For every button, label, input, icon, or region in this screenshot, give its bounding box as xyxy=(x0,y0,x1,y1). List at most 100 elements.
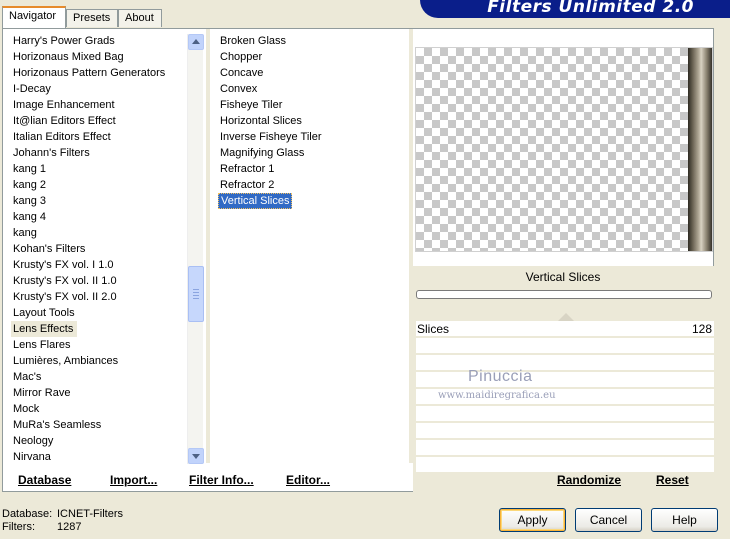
category-item-label: Nirvana xyxy=(13,451,51,463)
category-item[interactable]: Mirror Rave xyxy=(11,385,187,401)
filter-item[interactable]: Inverse Fisheye Tiler xyxy=(218,129,388,145)
category-item[interactable]: Horizonaus Mixed Bag xyxy=(11,49,187,65)
editor-link[interactable]: Editor... xyxy=(286,473,330,487)
randomize-link[interactable]: Randomize xyxy=(557,473,621,487)
status-filters-label: Filters: xyxy=(2,521,35,533)
watermark-name: Pinuccia xyxy=(468,368,533,385)
category-item[interactable]: kang xyxy=(11,225,187,241)
category-item[interactable]: Krusty's FX vol. II 2.0 xyxy=(11,289,187,305)
filter-item[interactable]: Fisheye Tiler xyxy=(218,97,388,113)
category-item[interactable]: Kohan's Filters xyxy=(11,241,187,257)
category-item-label: Krusty's FX vol. II 1.0 xyxy=(13,275,117,287)
filter-item-label: Broken Glass xyxy=(220,35,287,47)
filter-item-label: Refractor 2 xyxy=(220,179,275,191)
filter-list[interactable]: Broken Glass Chopper Concave Convex Fisheye … xyxy=(218,33,388,209)
category-item[interactable]: Krusty's FX vol. II 1.0 xyxy=(11,273,187,289)
category-scrollbar[interactable] xyxy=(187,34,204,464)
category-item-label: Mirror Rave xyxy=(13,387,71,399)
category-item-label: Lumières, Ambiances xyxy=(13,355,119,367)
category-item-label: kang 3 xyxy=(13,195,47,207)
category-item[interactable]: Image Enhancement xyxy=(11,97,187,113)
status-filters-value: 1287 xyxy=(57,521,82,533)
slider-marker-icon xyxy=(558,313,574,321)
category-item[interactable]: Lens Flares xyxy=(11,337,187,353)
category-item[interactable]: Italian Editors Effect xyxy=(11,129,187,145)
cancel-button[interactable]: Cancel xyxy=(575,508,642,532)
scroll-down-button[interactable] xyxy=(188,448,204,464)
category-item[interactable]: Layout Tools xyxy=(11,305,187,321)
import-link[interactable]: Import... xyxy=(110,473,157,487)
filter-item-label: Horizontal Slices xyxy=(220,115,302,127)
category-item-label: MuRa's Seamless xyxy=(13,419,102,431)
filter-item[interactable]: Broken Glass xyxy=(218,33,388,49)
reset-link[interactable]: Reset xyxy=(656,473,689,487)
filter-item[interactable]: Magnifying Glass xyxy=(218,145,388,161)
scroll-up-button[interactable] xyxy=(188,34,204,50)
category-item[interactable]: Mac's xyxy=(11,369,187,385)
category-item[interactable]: MuRa's Seamless xyxy=(11,417,187,433)
category-item-label: kang 1 xyxy=(13,163,47,175)
category-item-label: kang xyxy=(13,227,37,239)
category-item-label: Lens Flares xyxy=(13,339,71,351)
category-item-label: Harry's Power Grads xyxy=(13,35,115,47)
category-item[interactable]: I-Decay xyxy=(11,81,187,97)
category-item[interactable]: Lens Effects xyxy=(11,321,187,337)
filter-item[interactable]: Concave xyxy=(218,65,388,81)
category-item[interactable]: Lumières, Ambiances xyxy=(11,353,187,369)
category-item[interactable]: Neology xyxy=(11,433,187,449)
help-button[interactable]: Help xyxy=(651,508,718,532)
filter-item-label: Convex xyxy=(220,83,258,95)
filter-item[interactable]: Horizontal Slices xyxy=(218,113,388,129)
category-item-label: Johann's Filters xyxy=(13,147,90,159)
grip-line-icon xyxy=(193,298,199,299)
navigator-panel: Harry's Power Grads Horizonaus Mixed Bag H… xyxy=(2,28,715,492)
category-item-label: Horizonaus Mixed Bag xyxy=(13,51,124,63)
category-item[interactable]: kang 4 xyxy=(11,209,187,225)
filter-item[interactable]: Vertical Slices xyxy=(218,193,388,209)
category-item[interactable]: kang 3 xyxy=(11,193,187,209)
panel-divider xyxy=(206,29,210,463)
filter-item-label: Inverse Fisheye Tiler xyxy=(220,131,322,143)
scroll-thumb[interactable] xyxy=(188,266,204,322)
filter-item[interactable]: Convex xyxy=(218,81,388,97)
param-row-slices[interactable]: Slices 128 xyxy=(416,313,714,337)
preview-canvas xyxy=(415,47,713,252)
category-item[interactable]: Horizonaus Pattern Generators xyxy=(11,65,187,81)
tab-about[interactable]: About xyxy=(118,9,162,27)
database-link[interactable]: Database xyxy=(18,473,71,487)
tab-navigator[interactable]: Navigator xyxy=(2,6,66,28)
filter-item[interactable]: Refractor 1 xyxy=(218,161,388,177)
chevron-down-icon xyxy=(192,454,200,459)
preview-effect-stripe xyxy=(688,48,712,251)
filter-item-label: Vertical Slices xyxy=(218,193,293,209)
status-filters: Filters: 1287 xyxy=(2,521,81,533)
category-item[interactable]: kang 2 xyxy=(11,177,187,193)
filter-info-link[interactable]: Filter Info... xyxy=(189,473,254,487)
category-item-label: kang 4 xyxy=(13,211,47,223)
category-item[interactable]: Nirvana xyxy=(11,449,187,465)
filter-item[interactable]: Refractor 2 xyxy=(218,177,388,193)
category-item[interactable]: Mock xyxy=(11,401,187,417)
filter-item[interactable]: Chopper xyxy=(218,49,388,65)
category-item[interactable]: Krusty's FX vol. I 1.0 xyxy=(11,257,187,273)
grip-line-icon xyxy=(193,295,199,296)
category-item[interactable]: Johann's Filters xyxy=(11,145,187,161)
category-item-label: Layout Tools xyxy=(13,307,75,319)
filter-item-label: Fisheye Tiler xyxy=(220,99,283,111)
category-item-label: Mac's xyxy=(13,371,42,383)
category-item-label: Italian Editors Effect xyxy=(13,131,111,143)
category-item[interactable]: kang 1 xyxy=(11,161,187,177)
param-row-empty xyxy=(416,457,714,473)
param-value: 128 xyxy=(691,322,712,336)
category-item[interactable]: It@lian Editors Effect xyxy=(11,113,187,129)
banner-title: Filters Unlimited 2.0 xyxy=(487,0,694,17)
category-item[interactable]: Harry's Power Grads xyxy=(11,33,187,49)
category-item-label: Horizonaus Pattern Generators xyxy=(13,67,166,79)
effect-title: Vertical Slices xyxy=(525,270,601,284)
category-list[interactable]: Harry's Power Grads Horizonaus Mixed Bag H… xyxy=(11,33,187,465)
grip-line-icon xyxy=(193,292,199,293)
category-item-label: Krusty's FX vol. I 1.0 xyxy=(13,259,114,271)
param-row-empty xyxy=(416,355,714,371)
apply-button[interactable]: Apply xyxy=(499,508,566,532)
tab-presets[interactable]: Presets xyxy=(66,9,118,27)
